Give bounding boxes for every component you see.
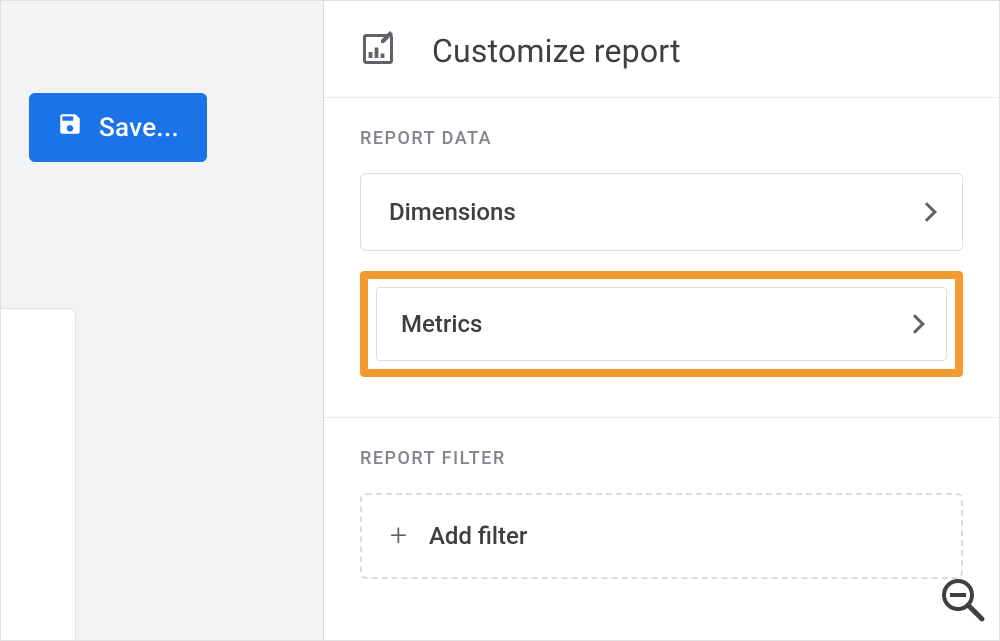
customize-icon [360, 31, 396, 71]
add-filter-button[interactable]: + Add filter [360, 493, 963, 579]
panel-header: Customize report [324, 1, 999, 98]
plus-icon: + [390, 521, 407, 551]
add-filter-label: Add filter [429, 522, 527, 550]
report-filter-section: REPORT FILTER + Add filter [324, 418, 999, 599]
metrics-option-highlight: Metrics [360, 271, 963, 377]
zoom-out-button[interactable] [938, 575, 986, 627]
report-data-label: REPORT DATA [360, 128, 963, 149]
right-panel: Customize report REPORT DATA Dimensions … [324, 1, 999, 640]
chevron-right-icon [905, 314, 925, 334]
dimensions-option[interactable]: Dimensions [360, 173, 963, 251]
page-title: Customize report [432, 32, 681, 70]
left-white-tab [1, 308, 76, 640]
report-filter-label: REPORT FILTER [360, 448, 963, 469]
save-button-label: Save... [99, 113, 179, 143]
app-container: Save... Customize report REPORT DATA Dim… [0, 0, 1000, 641]
save-button[interactable]: Save... [29, 93, 207, 162]
save-icon [57, 111, 83, 144]
metrics-option[interactable]: Metrics [376, 287, 947, 361]
report-data-section: REPORT DATA Dimensions Metrics [324, 98, 999, 418]
left-panel: Save... [1, 1, 324, 640]
metrics-label: Metrics [401, 310, 482, 338]
dimensions-label: Dimensions [389, 198, 516, 226]
chevron-right-icon [917, 202, 937, 222]
